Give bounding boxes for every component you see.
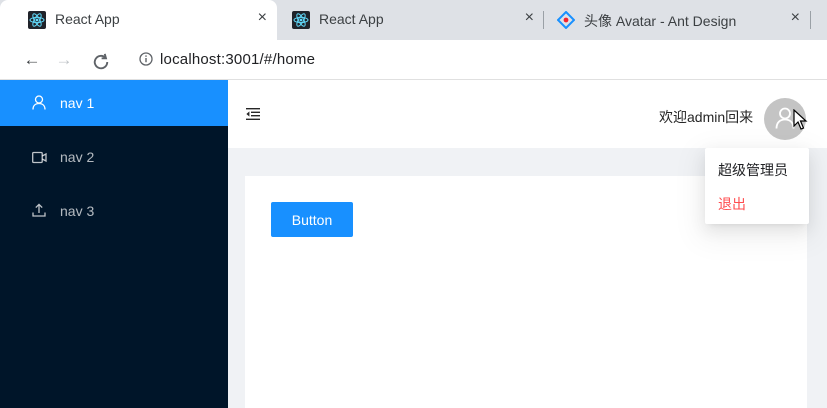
user-icon (775, 107, 795, 129)
browser-tab-title: 头像 Avatar - Ant Design (584, 13, 737, 29)
react-logo-icon (28, 11, 46, 29)
user-dropdown-menu: 超级管理员 退出 (705, 148, 809, 224)
react-logo-icon (292, 11, 310, 29)
browser-tab-title: React App (319, 11, 384, 27)
menu-item-nav-1[interactable]: nav 1 (0, 80, 228, 126)
user-icon (32, 95, 46, 110)
menu-item-nav-2[interactable]: nav 2 (0, 134, 228, 180)
menu-item-nav-3[interactable]: nav 3 (0, 188, 228, 234)
forward-arrow-icon[interactable]: → (54, 50, 74, 70)
browser-toolbar: ← → localhost:3001/#/home (0, 40, 827, 80)
welcome-text: 欢迎admin回来 (659, 109, 754, 125)
primary-button[interactable]: Button (271, 202, 353, 237)
sider-menu (0, 80, 228, 408)
menu-item-label: nav 1 (60, 95, 95, 111)
mouse-cursor-icon (793, 109, 808, 130)
ant-design-logo-icon (557, 11, 575, 29)
close-icon[interactable]: × (791, 9, 800, 27)
reload-icon[interactable] (91, 52, 111, 72)
site-info-icon[interactable] (139, 52, 153, 66)
menu-fold-icon[interactable] (246, 108, 260, 120)
browser-tab-title: React App (55, 11, 120, 27)
back-arrow-icon[interactable]: ← (22, 50, 42, 70)
video-camera-icon (32, 151, 47, 164)
browser-tab-ant-design-avatar[interactable]: 头像 Avatar - Ant Design × (529, 0, 810, 40)
tab-separator (810, 11, 811, 29)
dropdown-item-super-admin[interactable]: 超级管理员 (718, 160, 788, 180)
upload-icon (32, 203, 46, 217)
browser-tab-strip: React App × React App × 头像 Avatar - Ant … (0, 0, 827, 40)
menu-item-label: nav 2 (60, 149, 95, 165)
browser-tab-react-app-2[interactable]: React App × (264, 0, 544, 40)
dropdown-item-logout[interactable]: 退出 (718, 194, 746, 214)
address-bar-url[interactable]: localhost:3001/#/home (160, 51, 315, 68)
browser-tab-react-app[interactable]: React App × (0, 0, 277, 40)
menu-item-label: nav 3 (60, 203, 95, 219)
